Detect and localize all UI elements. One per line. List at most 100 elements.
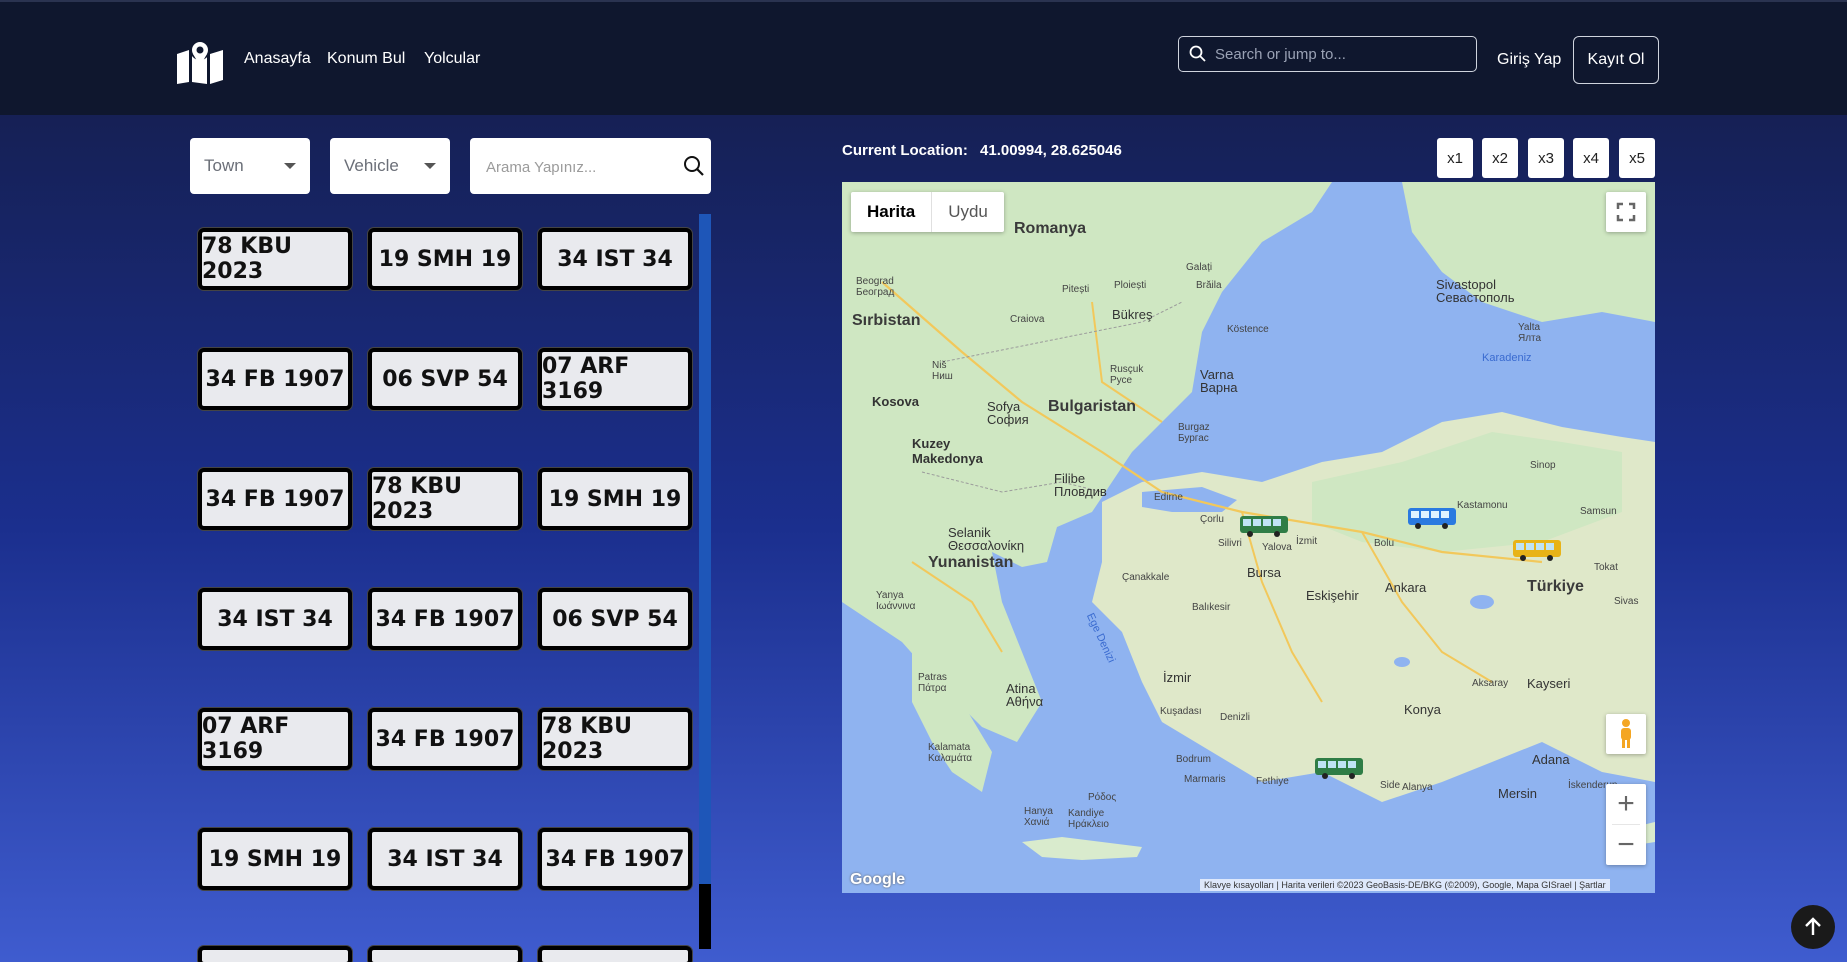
map-label-pitesti: Pitești [1062, 284, 1090, 295]
plate-card[interactable]: 34 FB 1907 [368, 588, 522, 650]
map-label-sofya: Sofya София [987, 399, 1029, 427]
map-label-turkiye: Türkiye [1527, 578, 1584, 595]
nav-link-konum-bul[interactable]: Konum Bul [327, 50, 405, 68]
plate-card[interactable]: 34 FB 1907 [198, 348, 352, 410]
town-dropdown[interactable]: Town [190, 138, 310, 194]
plate-card[interactable]: 34 FB 1907 [538, 828, 692, 890]
speed-button-x3[interactable]: x3 [1528, 138, 1564, 178]
plate-card[interactable]: 78 KBU 2023 [368, 468, 522, 530]
plate-search-input[interactable] [486, 156, 666, 178]
bus-marker-blue[interactable] [1407, 506, 1457, 530]
plate-card-partial[interactable] [198, 946, 352, 962]
map-label-denizli: Denizli [1220, 712, 1251, 723]
plate-card[interactable]: 34 IST 34 [538, 228, 692, 290]
plate-card[interactable]: 34 IST 34 [368, 828, 522, 890]
caret-down-icon [284, 163, 296, 169]
fullscreen-button[interactable] [1606, 192, 1646, 232]
map-label-craiova: Craiova [1010, 314, 1045, 325]
plates-scrollbar[interactable] [699, 214, 711, 949]
map-label-sinop: Sinop [1530, 460, 1556, 471]
back-to-top-button[interactable] [1791, 905, 1835, 949]
bus-marker-green-south[interactable] [1314, 756, 1364, 780]
caret-down-icon [424, 163, 436, 169]
plate-card-partial[interactable] [538, 946, 692, 962]
search-icon[interactable] [683, 155, 705, 177]
nav-link-anasayfa[interactable]: Anasayfa [244, 50, 311, 68]
map-label-yalova: Yalova [1262, 542, 1292, 553]
plate-card[interactable]: 19 SMH 19 [198, 828, 352, 890]
map-label-kalamata: Kalamata Καλαμάτα [928, 742, 973, 764]
speed-button-x4[interactable]: x4 [1573, 138, 1609, 178]
map-label-bodrum: Bodrum [1176, 754, 1212, 765]
map-label-yanya: Yanya Ιωάννινα [876, 590, 916, 612]
plate-card[interactable]: 19 SMH 19 [538, 468, 692, 530]
plates-list: 78 KBU 2023 19 SMH 19 34 IST 34 34 FB 1907 0… [190, 214, 700, 962]
map-label-selanik: Selanik Θεσσαλονίκη [948, 525, 1025, 553]
street-view-pegman[interactable] [1606, 714, 1646, 754]
map-label-kayseri: Kayseri [1527, 676, 1571, 691]
map-label-kuzey-makedonya: Kuzey Makedonya [912, 436, 983, 466]
map-label-samsun: Samsun [1580, 506, 1617, 517]
speed-button-x1[interactable]: x1 [1437, 138, 1473, 178]
map-label-adana: Adana [1532, 752, 1570, 767]
plates-scrollbar-thumb[interactable] [699, 884, 711, 949]
map-label-kosova: Kosova [872, 394, 919, 409]
register-button[interactable]: Kayıt Ol [1573, 36, 1659, 84]
map-label-patras: Patras Πάτρα [918, 672, 947, 694]
plate-card[interactable]: 34 FB 1907 [198, 468, 352, 530]
map-label-silivri: Silivri [1218, 538, 1242, 549]
map-label-yunanistan: Yunanistan [928, 554, 1014, 571]
plate-search[interactable] [470, 138, 711, 194]
bus-marker-green[interactable] [1239, 514, 1289, 538]
map[interactable]: Romanya Sırbistan Bulgaristan Kosova Kuz… [842, 182, 1655, 893]
map-label-rodos: Ρόδος [1088, 792, 1117, 803]
zoom-in-button[interactable]: + [1606, 784, 1646, 824]
map-type-harita[interactable]: Harita [851, 192, 933, 232]
speed-button-x5[interactable]: x5 [1619, 138, 1655, 178]
plate-card[interactable]: 78 KBU 2023 [538, 708, 692, 770]
map-attribution: Klavye kısayolları | Harita verileri ©20… [1200, 879, 1610, 891]
map-label-sirbistan: Sırbistan [852, 312, 921, 329]
nav-link-yolcular[interactable]: Yolcular [424, 50, 480, 68]
map-label-sivastopol: Sivastopol Севастополь [1436, 277, 1515, 305]
zoom-out-button[interactable]: − [1606, 825, 1646, 865]
nav-search[interactable] [1178, 36, 1477, 72]
vehicle-dropdown-label: Vehicle [344, 156, 399, 175]
map-label-balikesir: Balıkesir [1192, 602, 1231, 613]
plate-card[interactable]: 07 ARF 3169 [198, 708, 352, 770]
plate-card[interactable]: 06 SVP 54 [538, 588, 692, 650]
map-label-sivas: Sivas [1614, 596, 1639, 607]
bus-marker-yellow[interactable] [1512, 538, 1562, 562]
map-label-burgaz: Burgaz Бургас [1178, 422, 1210, 444]
search-icon [1189, 45, 1206, 62]
map-label-eskisehir: Eskişehir [1306, 588, 1359, 603]
plate-card[interactable]: 07 ARF 3169 [538, 348, 692, 410]
navbar: Anasayfa Konum Bul Yolcular Giriş Yap Ka… [0, 0, 1847, 115]
nav-search-input[interactable] [1215, 43, 1465, 65]
map-label-alanya: Alanya [1402, 782, 1433, 793]
plate-card-partial[interactable] [368, 946, 522, 962]
plate-card[interactable]: 78 KBU 2023 [198, 228, 352, 290]
plate-card[interactable]: 06 SVP 54 [368, 348, 522, 410]
plate-card[interactable]: 34 IST 34 [198, 588, 352, 650]
map-label-braila: Brăila [1196, 280, 1222, 291]
map-label-fethiye: Fethiye [1256, 776, 1289, 787]
map-label-atina: Atina Αθήνα [1006, 681, 1044, 709]
vehicle-dropdown[interactable]: Vehicle [330, 138, 450, 194]
map-label-galati: Galați [1186, 262, 1213, 273]
speed-button-x2[interactable]: x2 [1482, 138, 1518, 178]
map-label-konya: Konya [1404, 702, 1441, 717]
map-label-ankara: Ankara [1385, 580, 1427, 595]
zoom-control: + − [1606, 784, 1646, 865]
plate-card[interactable]: 19 SMH 19 [368, 228, 522, 290]
arrow-up-icon [1805, 917, 1821, 935]
login-link[interactable]: Giriş Yap [1497, 51, 1561, 69]
map-label-corlu: Çorlu [1200, 514, 1224, 525]
map-type-uydu[interactable]: Uydu [932, 192, 1004, 232]
map-label-belgrad: Beograd Београд [856, 276, 895, 298]
map-logo-icon[interactable] [175, 40, 225, 84]
map-label-kostence: Köstence [1227, 324, 1269, 335]
plate-card[interactable]: 34 FB 1907 [368, 708, 522, 770]
map-label-side: Side [1380, 780, 1401, 791]
map-label-marmaris: Marmaris [1184, 774, 1226, 785]
